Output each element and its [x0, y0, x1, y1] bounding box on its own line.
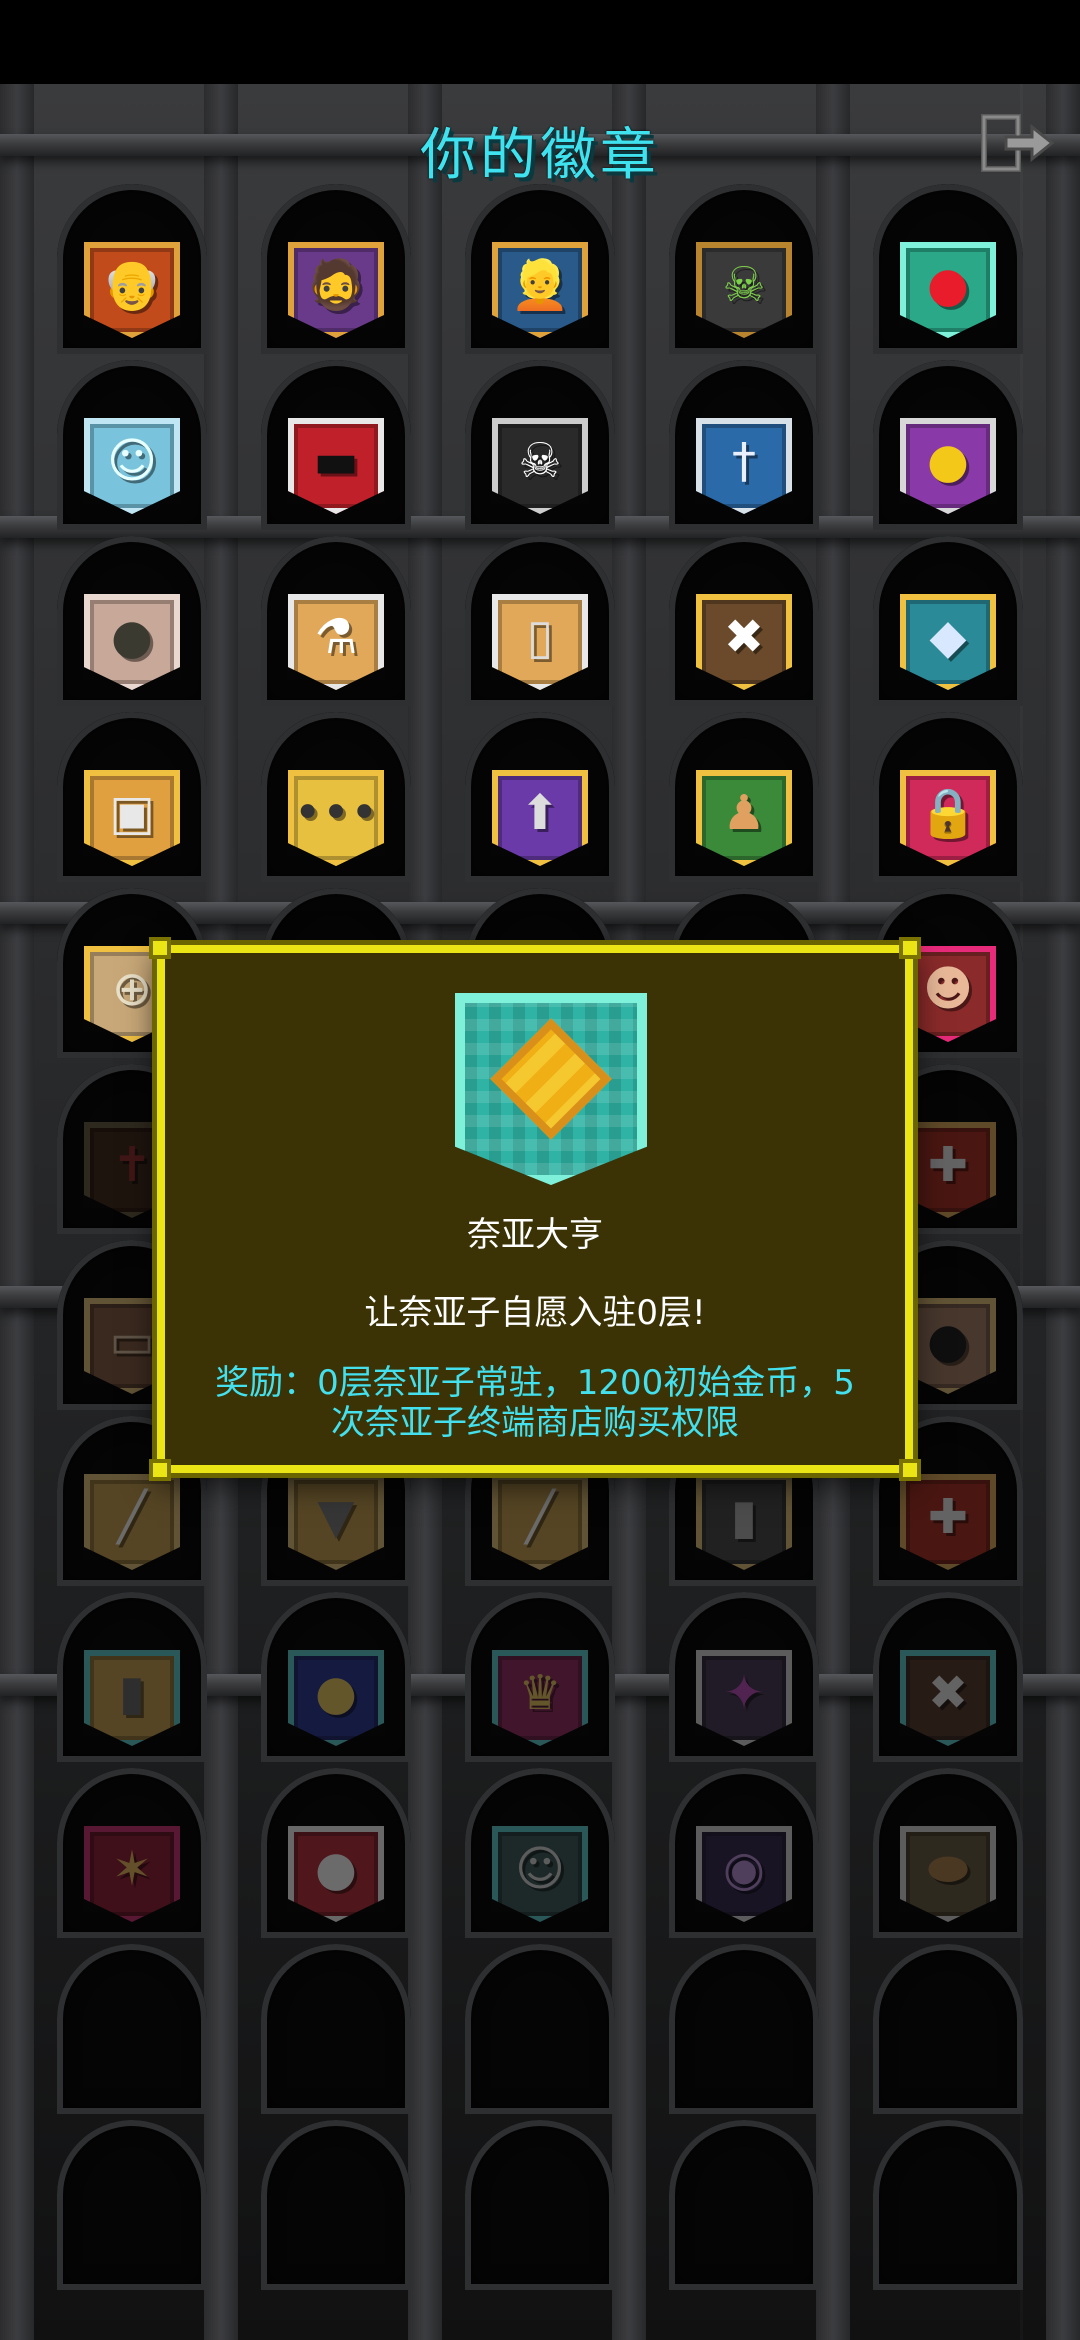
badge-locked-fighter-icon: ✶: [111, 1840, 153, 1897]
badge-locked-shirt-icon: ▼: [317, 1488, 355, 1545]
badge-pawn-icon: ♟: [722, 784, 766, 841]
badge-sword-icon: †: [732, 432, 756, 489]
badge-locked-warlock-icon: ✦: [723, 1664, 765, 1721]
badge-warrior-icon: ☻: [922, 960, 974, 1017]
badge-scroll-icon: ▯: [526, 608, 554, 665]
badge-locked-cauldron-icon: ●: [927, 1312, 969, 1369]
badge-health-potion-icon: ●: [927, 256, 969, 313]
badge-sunglasses-icon: ▬: [313, 432, 359, 489]
badge-briefcase-icon: ▣: [109, 784, 155, 841]
badge-title: 奈亚大亨: [467, 1215, 603, 1255]
shield-gold-gem-icon: [455, 993, 647, 1185]
badge-reward: 奖励：0层奈亚子常驻，1200初始金币，5次奈亚子终端商店购买权限: [215, 1363, 855, 1443]
pillar: [1046, 84, 1080, 2340]
badge-locked-bone-icon: ╱: [525, 1488, 555, 1545]
badge-detail-popup[interactable]: 奈亚大亨 让奈亚子自愿入驻0层! 奖励：0层奈亚子常驻，1200初始金币，5次奈…: [149, 937, 921, 1481]
badge-locked-red-figure-icon: ✝: [111, 1136, 153, 1193]
arch-niche: [261, 1944, 411, 2114]
popup-corner: [899, 937, 921, 959]
arch-niche: [669, 2120, 819, 2290]
badge-spider-skull-icon: ✖: [723, 608, 765, 665]
badge-ghost-icon: ☺: [106, 432, 158, 489]
badge-description: 让奈亚子自愿入驻0层!: [364, 1293, 706, 1333]
popup-corner: [149, 1459, 171, 1481]
arch-niche: [873, 2120, 1023, 2290]
badge-locked-eye-icon: ◉: [723, 1840, 765, 1897]
badge-locked-globe-icon: ●: [315, 1664, 357, 1721]
badge-locked-bomb-icon: ●: [315, 1840, 357, 1897]
badge-rogue-icon: 🧔: [306, 256, 366, 313]
arch-niche: [669, 1944, 819, 2114]
arch-niche: [261, 2120, 411, 2290]
badge-locked-blade-icon: ╱: [117, 1488, 147, 1545]
badge-speech-bubble-icon: •••: [293, 784, 379, 841]
badge-hero-icon: 👱: [510, 256, 570, 313]
badge-locked-bread-icon: ⬬: [927, 1840, 969, 1897]
arch-niche: [873, 1944, 1023, 2114]
badge-fish-icon: ◆: [929, 608, 967, 665]
badge-old-man-icon: 👴: [102, 256, 162, 313]
badge-flask-icon: ⚗: [314, 608, 358, 665]
gold-gem: [490, 1017, 612, 1140]
exit-door-icon: [981, 114, 1055, 172]
status-bar: [0, 0, 1080, 84]
page-title: 你的徽章: [420, 123, 660, 188]
badge-locked-cross-icon: ✚: [927, 1136, 969, 1193]
badge-locked-tombstone-icon: ▮: [730, 1488, 758, 1545]
exit-button[interactable]: [976, 110, 1060, 176]
badge-locked-medic-icon: ✚: [927, 1488, 969, 1545]
badge-pot-icon: ●: [111, 608, 153, 665]
badge-locked-trophy-icon: ♛: [518, 1664, 562, 1721]
popup-corner: [899, 1459, 921, 1481]
badge-ghoul-icon: ☠: [722, 256, 766, 313]
pillar: [0, 84, 34, 2340]
badge-gold-coin-icon: ●: [927, 432, 969, 489]
badge-locked-masked-icon: ✖: [927, 1664, 969, 1721]
arch-niche: [57, 2120, 207, 2290]
badge-skull-icon: ☠: [518, 432, 562, 489]
badge-locked-chest-icon: ▭: [109, 1312, 155, 1369]
arch-niche: [465, 2120, 615, 2290]
badge-arrow-up-icon: ⬆: [519, 784, 561, 841]
arch-niche: [57, 1944, 207, 2114]
badge-shield-cross-icon: ⊕: [111, 960, 153, 1017]
badge-lock-icon: 🔒: [918, 784, 978, 841]
badge-locked-wraith-icon: ☺: [514, 1840, 566, 1897]
popup-corner: [149, 937, 171, 959]
badge-locked-key-icon: ▮: [118, 1664, 146, 1721]
arch-niche: [465, 1944, 615, 2114]
